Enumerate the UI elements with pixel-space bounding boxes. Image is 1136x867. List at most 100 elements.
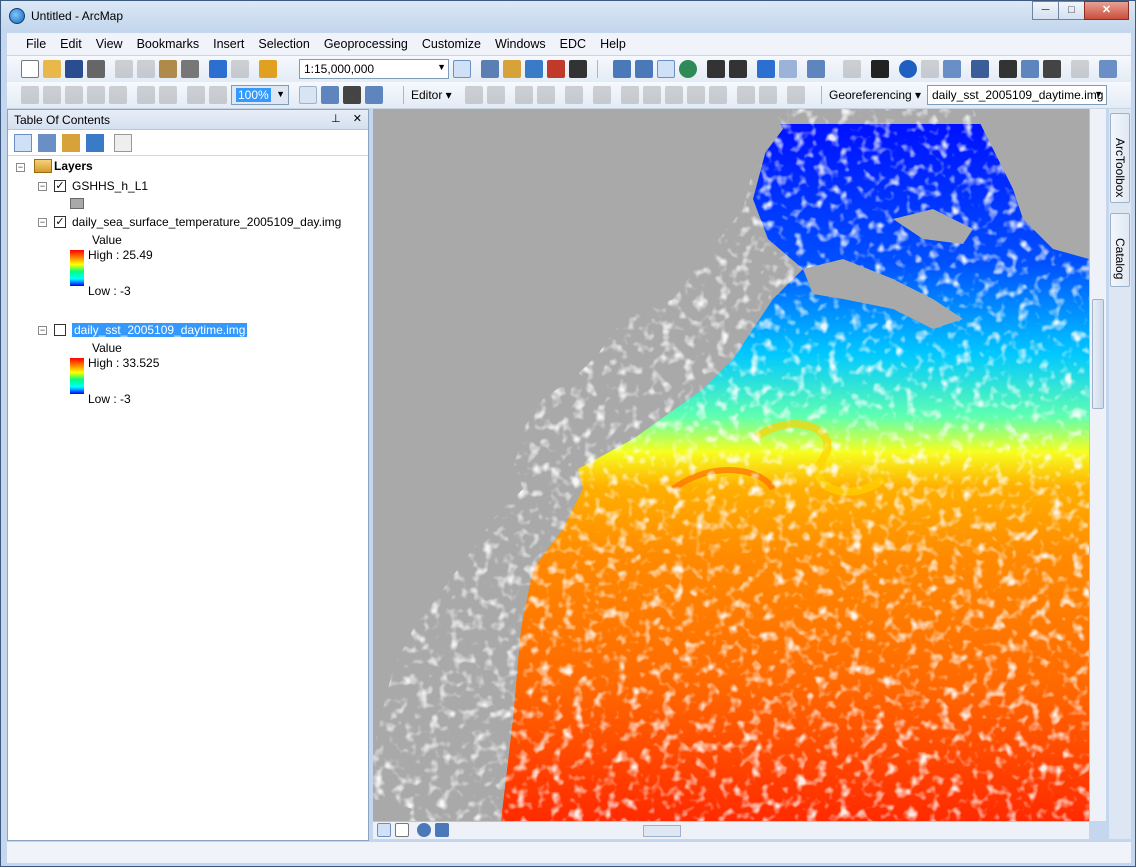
copy-icon[interactable] <box>137 60 155 78</box>
editor-toolbar-icon[interactable] <box>453 60 471 78</box>
back-arrow-icon[interactable] <box>757 60 775 78</box>
layer-name-daily-sst-day[interactable]: daily_sea_surface_temperature_2005109_da… <box>72 215 341 229</box>
zoom-out-icon[interactable] <box>635 60 653 78</box>
layers-root-label[interactable]: Layers <box>54 159 93 173</box>
menu-help[interactable]: Help <box>593 37 633 51</box>
color-ramp-legend[interactable] <box>70 250 84 286</box>
create-viewer-icon[interactable] <box>1099 60 1117 78</box>
menu-customize[interactable]: Customize <box>415 37 488 51</box>
map-scale-combo[interactable]: 1:15,000,000 ▼ <box>299 59 449 79</box>
polygon-symbol-swatch[interactable] <box>70 198 84 209</box>
arctoolbox-icon[interactable] <box>547 60 565 78</box>
scrollbar-thumb[interactable] <box>1092 299 1104 409</box>
layer-name-gshhs[interactable]: GSHHS_h_L1 <box>72 179 148 193</box>
menu-edc[interactable]: EDC <box>553 37 593 51</box>
close-icon[interactable]: ✕ <box>353 113 362 125</box>
list-by-source-icon[interactable] <box>38 134 56 152</box>
layout-fixed-zoom-out-icon[interactable] <box>159 86 177 104</box>
point-icon[interactable] <box>593 86 611 104</box>
toggle-draft-mode-icon[interactable] <box>299 86 317 104</box>
redo-icon[interactable] <box>231 60 249 78</box>
color-ramp-legend[interactable] <box>70 358 84 394</box>
attributes-icon[interactable] <box>737 86 755 104</box>
cut-icon[interactable] <box>115 60 133 78</box>
layout-back-icon[interactable] <box>187 86 205 104</box>
menu-selection[interactable]: Selection <box>251 37 316 51</box>
add-data-icon[interactable] <box>259 60 277 78</box>
fixed-zoom-in-icon[interactable] <box>707 60 725 78</box>
close-button[interactable]: ✕ <box>1084 1 1129 20</box>
cut-polygons-icon[interactable] <box>665 86 683 104</box>
horizontal-scrollbar-thumb[interactable] <box>643 825 681 837</box>
layout-forward-icon[interactable] <box>209 86 227 104</box>
layout-view-icon[interactable] <box>395 823 409 837</box>
map-vertical-scrollbar[interactable] <box>1089 109 1106 821</box>
delete-icon[interactable] <box>181 60 199 78</box>
layer-visibility-checkbox[interactable]: ✓ <box>54 180 66 192</box>
trace-icon[interactable] <box>565 86 583 104</box>
find-binoculars-icon[interactable] <box>999 60 1017 78</box>
data-view-icon[interactable] <box>377 823 391 837</box>
split-tool-icon[interactable] <box>687 86 705 104</box>
arctoolbox-tab[interactable]: ArcToolbox <box>1110 113 1130 203</box>
pan-hand-icon[interactable] <box>657 60 675 78</box>
hyperlink-icon[interactable] <box>921 60 939 78</box>
change-layout-icon[interactable] <box>343 86 361 104</box>
new-document-icon[interactable] <box>21 60 39 78</box>
list-by-selection-icon[interactable] <box>86 134 104 152</box>
edit-annotation-icon[interactable] <box>487 86 505 104</box>
print-icon[interactable] <box>87 60 105 78</box>
undo-icon[interactable] <box>209 60 227 78</box>
open-folder-icon[interactable] <box>43 60 61 78</box>
straight-segment-icon[interactable] <box>515 86 533 104</box>
refresh-view-icon[interactable] <box>417 823 431 837</box>
georeferencing-menu[interactable]: Georeferencing ▾ <box>829 88 921 102</box>
layout-zoom-out-icon[interactable] <box>43 86 61 104</box>
find-route-icon[interactable] <box>1021 60 1039 78</box>
collapse-layer-icon[interactable]: − <box>38 218 47 227</box>
reshape-feature-icon[interactable] <box>643 86 661 104</box>
maximize-button[interactable]: □ <box>1058 1 1085 20</box>
html-popup-icon[interactable] <box>943 60 961 78</box>
save-icon[interactable] <box>65 60 83 78</box>
map-display[interactable] <box>373 109 1089 821</box>
layer-visibility-checkbox[interactable]: ✓ <box>54 216 66 228</box>
rotate-tool-icon[interactable] <box>709 86 727 104</box>
menu-geoprocessing[interactable]: Geoprocessing <box>317 37 415 51</box>
full-extent-globe-icon[interactable] <box>679 60 697 78</box>
endpoint-arc-icon[interactable] <box>537 86 555 104</box>
layout-zoom-in-icon[interactable] <box>21 86 39 104</box>
menu-insert[interactable]: Insert <box>206 37 251 51</box>
data-driven-pages-icon[interactable] <box>365 86 383 104</box>
table-of-contents-icon[interactable] <box>481 60 499 78</box>
forward-arrow-icon[interactable] <box>779 60 797 78</box>
identify-icon[interactable] <box>899 60 917 78</box>
list-by-drawing-order-icon[interactable] <box>14 134 32 152</box>
time-slider-icon[interactable] <box>1071 60 1089 78</box>
menu-windows[interactable]: Windows <box>488 37 553 51</box>
clear-selection-icon[interactable] <box>843 60 861 78</box>
zoom-in-icon[interactable] <box>613 60 631 78</box>
layout-zoom-100-icon[interactable] <box>109 86 127 104</box>
menu-bookmarks[interactable]: Bookmarks <box>130 37 207 51</box>
layer-visibility-checkbox[interactable] <box>54 324 66 336</box>
zoom-percent-combo[interactable]: 100% ▼ <box>231 85 289 105</box>
fixed-zoom-out-icon[interactable] <box>729 60 747 78</box>
menu-view[interactable]: View <box>89 37 130 51</box>
toc-options-icon[interactable] <box>114 134 132 152</box>
layout-whole-page-icon[interactable] <box>87 86 105 104</box>
edit-tool-icon[interactable] <box>465 86 483 104</box>
layer-name-daily-sst-daytime[interactable]: daily_sst_2005109_daytime.img <box>72 323 248 337</box>
menu-file[interactable]: File <box>19 37 53 51</box>
create-features-icon[interactable] <box>787 86 805 104</box>
layout-pan-icon[interactable] <box>65 86 83 104</box>
collapse-layer-icon[interactable]: − <box>38 182 47 191</box>
collapse-layer-icon[interactable]: − <box>38 326 47 335</box>
georeferencing-layer-combo[interactable]: daily_sst_2005109_daytime.img ▼ <box>927 85 1107 105</box>
search-window-icon[interactable] <box>525 60 543 78</box>
go-to-xy-icon[interactable] <box>1043 60 1061 78</box>
catalog-icon[interactable] <box>503 60 521 78</box>
sketch-properties-icon[interactable] <box>759 86 777 104</box>
paste-icon[interactable] <box>159 60 177 78</box>
measure-icon[interactable] <box>971 60 989 78</box>
